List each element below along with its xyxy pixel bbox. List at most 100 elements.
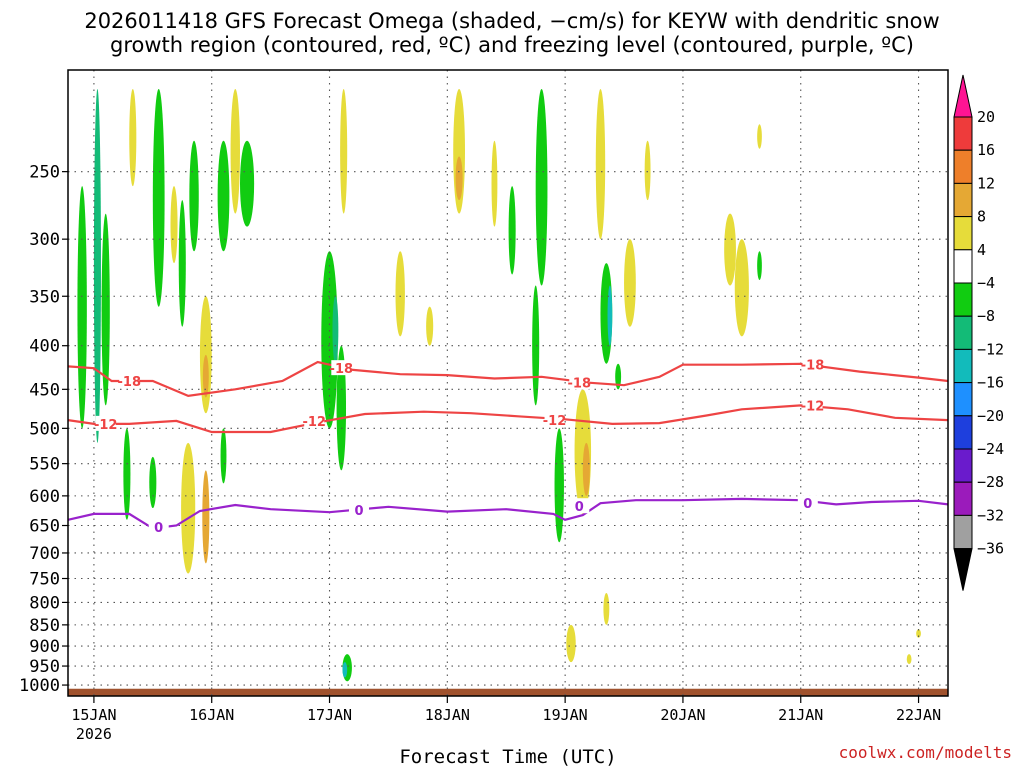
chart-title-line-1: 2026011418 GFS Forecast Omega (shaded, −… <box>84 9 939 33</box>
x-tick-label-15JAN: 15JAN <box>71 706 116 724</box>
colorbar-bin-5 <box>953 282 973 317</box>
terrain-surface <box>68 688 948 696</box>
y-tick-label-800: 800 <box>29 593 60 613</box>
colorbar-label-4: 4 <box>977 241 986 259</box>
x-tick-label-18JAN: 18JAN <box>425 706 470 724</box>
omega-cell-24 <box>395 251 405 337</box>
y-tick-label-1000: 1000 <box>19 676 60 696</box>
terrain-layer <box>68 688 948 696</box>
omega-cell-25 <box>426 306 434 346</box>
omega-cell-31 <box>532 285 540 406</box>
omega-cell-9 <box>202 354 209 398</box>
y-tick-label-500: 500 <box>29 419 60 439</box>
colorbar-label-5: −4 <box>977 274 995 292</box>
colorbar-label-11: −28 <box>977 473 1004 491</box>
omega-cell-35 <box>595 88 606 240</box>
y-tick-label-550: 550 <box>29 455 60 475</box>
x-tick-label-20JAN: 20JAN <box>660 706 705 724</box>
omega-cell-30 <box>535 88 548 286</box>
colorbar-label-7: −12 <box>977 340 1004 358</box>
colorbar-bin-11 <box>953 481 973 516</box>
colorbar-label-12: −32 <box>977 506 1004 524</box>
y-tick-label-900: 900 <box>29 637 60 657</box>
snow_growth-contour-label-1-0: -12 <box>94 418 118 433</box>
x-tick-label-17JAN: 17JAN <box>307 706 352 724</box>
omega-cell-45 <box>757 251 762 281</box>
snow_growth-contour-label-0-3: -18 <box>801 359 825 374</box>
omega-cell-11 <box>230 88 240 214</box>
y-tick-label-850: 850 <box>29 616 60 636</box>
omega-cell-42 <box>603 593 610 625</box>
colorbar-bin-4 <box>953 249 973 284</box>
colorbar-bin-6 <box>953 315 973 350</box>
snow_growth-contour-label-1-1: -12 <box>302 415 326 430</box>
colorbar-bin-3 <box>953 216 973 251</box>
x-tick-label-22JAN: 22JAN <box>896 706 941 724</box>
y-tick-label-350: 350 <box>29 287 60 307</box>
colorbar-bin-9 <box>953 415 973 450</box>
colorbar-label-8: −16 <box>977 374 1004 392</box>
y-tick-label-250: 250 <box>29 163 60 183</box>
x-tick-label-16JAN: 16JAN <box>189 706 234 724</box>
colorbar-bin-8 <box>953 382 973 417</box>
colorbar-label-0: 20 <box>977 108 995 126</box>
x-tick-sublabel-2026: 2026 <box>76 725 112 743</box>
colorbar-bottom-arrow <box>953 548 973 591</box>
y-tick-label-950: 950 <box>29 657 60 677</box>
colorbar-label-2: 12 <box>977 174 995 192</box>
omega-cell-3 <box>129 88 137 187</box>
colorbar-label-1: 16 <box>977 141 995 159</box>
y-tick-label-650: 650 <box>29 517 60 537</box>
y-axis-ticks: 2503003504004505005506006507007508008509… <box>19 163 68 696</box>
y-tick-label-700: 700 <box>29 544 60 564</box>
omega-cell-46 <box>757 124 762 149</box>
omega-cell-16 <box>220 428 227 484</box>
snow_growth-contour-label-1-3: -12 <box>801 399 825 414</box>
omega-cell-40 <box>644 140 651 201</box>
omega-cell-6 <box>178 200 186 327</box>
colorbar-bin-2 <box>953 182 973 218</box>
colorbar: 20 16 12 8 4 −4 −8 −12 −16 −20 −24 −28 −32 −36 <box>953 74 1004 591</box>
omega-cell-28 <box>491 140 498 227</box>
snow_growth-contour-label-0-1: -18 <box>330 362 354 377</box>
omega-cell-10 <box>217 140 230 252</box>
y-tick-label-400: 400 <box>29 337 60 357</box>
omega-cell-19 <box>332 296 339 364</box>
omega-cell-34 <box>582 442 590 496</box>
colorbar-label-13: −36 <box>977 540 1004 558</box>
x-axis-label: Forecast Time (UTC) <box>399 746 616 768</box>
snow_growth-contour-label-0-0: -18 <box>118 375 142 390</box>
colorbar-label-10: −24 <box>977 440 1004 458</box>
x-tick-label-21JAN: 21JAN <box>778 706 823 724</box>
omega-cell-48 <box>906 654 912 665</box>
freezing-contour-label-2-3: 0 <box>803 497 812 512</box>
colorbar-label-6: −8 <box>977 307 995 325</box>
omega-cell-17 <box>123 428 131 520</box>
omega-cell-5 <box>170 186 178 264</box>
omega-cell-27 <box>455 156 463 201</box>
credit-link[interactable]: coolwx.com/modelts <box>839 743 1012 762</box>
freezing-contour-label-2-1: 0 <box>354 504 363 519</box>
omega-cell-20 <box>340 88 348 214</box>
colorbar-bin-12 <box>953 514 973 550</box>
colorbar-label-9: −20 <box>977 407 1004 425</box>
chart-title-line-2: growth region (contoured, red, ºC) and f… <box>110 33 914 57</box>
omega-cell-39 <box>624 239 636 327</box>
omega-cell-29 <box>508 186 516 275</box>
y-tick-label-300: 300 <box>29 230 60 250</box>
omega-cell-43 <box>724 213 736 286</box>
colorbar-bin-10 <box>953 448 973 483</box>
omega-cell-41 <box>566 624 576 663</box>
omega-cell-7 <box>189 140 199 252</box>
omega-cell-15 <box>149 456 157 509</box>
omega-cell-14 <box>202 470 210 564</box>
omega-cell-23 <box>342 662 348 678</box>
colorbar-bin-1 <box>953 149 973 184</box>
colorbar-top-arrow <box>953 74 973 118</box>
colorbar-bin-0 <box>953 116 973 151</box>
omega-cell-44 <box>734 239 749 337</box>
freezing-contour-label-2-2: 0 <box>575 500 584 515</box>
y-tick-label-450: 450 <box>29 380 60 400</box>
x-tick-label-19JAN: 19JAN <box>543 706 588 724</box>
omega-cell-13 <box>181 442 196 574</box>
